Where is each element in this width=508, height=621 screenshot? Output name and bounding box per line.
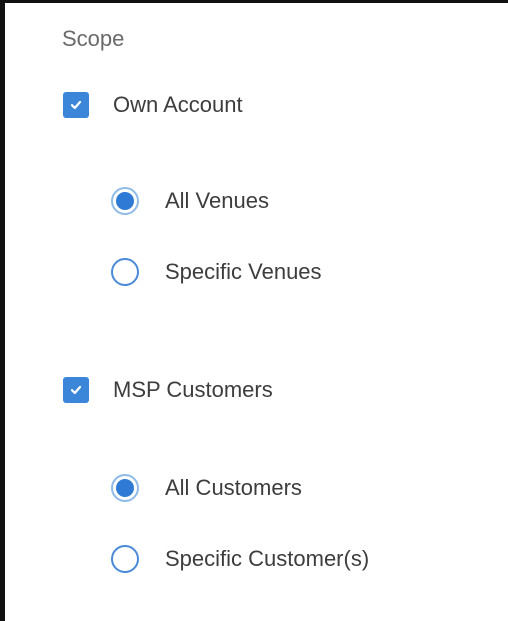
specific-customers-radio[interactable] (111, 545, 139, 573)
check-icon (70, 100, 82, 110)
all-venues-radio-row[interactable]: All Venues (111, 184, 269, 218)
specific-venues-radio[interactable] (111, 258, 139, 286)
own-account-checkbox-row[interactable]: Own Account (63, 89, 243, 121)
msp-customers-label: MSP Customers (113, 377, 273, 402)
all-venues-radio[interactable] (111, 187, 139, 215)
all-customers-label: All Customers (165, 475, 302, 500)
scope-panel: Scope Own Account All Venues Specific Ve… (0, 0, 508, 621)
own-account-checkbox[interactable] (63, 92, 89, 118)
msp-customers-checkbox[interactable] (63, 377, 89, 403)
specific-customers-radio-row[interactable]: Specific Customer(s) (111, 542, 369, 576)
msp-customers-checkbox-row[interactable]: MSP Customers (63, 374, 273, 406)
all-customers-radio-row[interactable]: All Customers (111, 471, 302, 505)
all-customers-radio[interactable] (111, 474, 139, 502)
radio-dot-icon (116, 192, 134, 210)
own-account-label: Own Account (113, 92, 243, 117)
radio-dot-icon (116, 479, 134, 497)
all-venues-label: All Venues (165, 188, 269, 213)
check-icon (70, 385, 82, 395)
specific-venues-label: Specific Venues (165, 259, 322, 284)
specific-venues-radio-row[interactable]: Specific Venues (111, 255, 322, 289)
specific-customers-label: Specific Customer(s) (165, 546, 370, 571)
scope-label: Scope (62, 26, 125, 51)
